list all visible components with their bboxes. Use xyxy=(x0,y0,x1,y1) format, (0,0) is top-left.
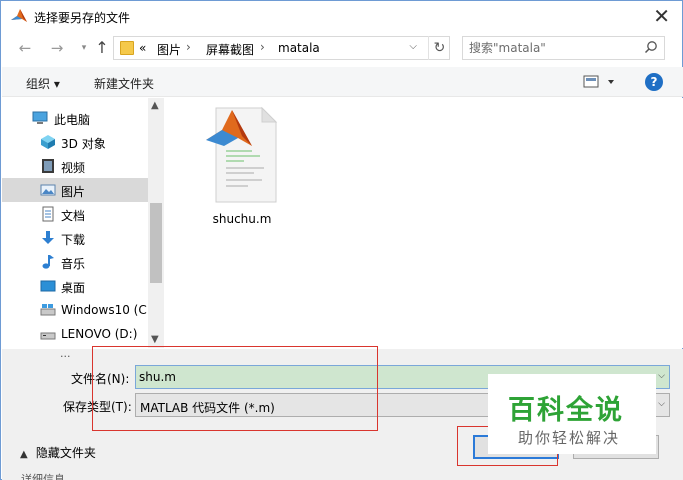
address-history-chevron-icon[interactable]: ⌵ xyxy=(409,41,417,52)
annotation-box-form xyxy=(92,346,378,431)
breadcrumb-screenshots[interactable]: 屏幕截图 xyxy=(206,41,254,58)
breadcrumb-separator: › xyxy=(260,40,265,54)
refresh-icon[interactable]: ↻ xyxy=(428,36,450,60)
back-arrow-icon[interactable]: ← xyxy=(16,38,34,58)
nav-item-drive-c[interactable]: Windows10 (C: xyxy=(2,298,151,322)
nav-item-music[interactable]: 音乐 xyxy=(2,250,148,274)
breadcrumb-separator: › xyxy=(186,40,191,54)
scroll-up-chevron-icon[interactable]: ▲ xyxy=(151,100,159,111)
nav-item-this-pc[interactable]: 此电脑 xyxy=(2,106,148,130)
search-box[interactable] xyxy=(462,36,665,60)
folder-icon xyxy=(120,41,134,55)
search-icon[interactable] xyxy=(644,40,658,54)
documents-icon xyxy=(42,206,54,222)
3d-objects-icon xyxy=(41,135,55,149)
address-bar[interactable]: « 图片 › 屏幕截图 › matala ⌵ xyxy=(113,36,450,60)
music-icon xyxy=(42,255,54,269)
nav-item-label: 下载 xyxy=(61,233,86,247)
nav-item-label: 3D 对象 xyxy=(61,137,106,151)
nav-item-downloads[interactable]: 下载 xyxy=(2,226,148,250)
nav-item-label: Windows10 (C: xyxy=(61,303,151,317)
save-file-dialog: 选择要另存的文件 ✕ ← → ▾ ↑ « 图片 › 屏幕截图 › matala … xyxy=(0,0,683,480)
nav-item-label: 桌面 xyxy=(61,281,86,295)
nav-item-drive-d[interactable]: LENOVO (D:) xyxy=(2,322,148,346)
view-options-icon[interactable] xyxy=(582,73,618,91)
filename-dropdown-chevron-icon[interactable]: ⌵ xyxy=(658,371,665,381)
hide-folders-toggle[interactable]: ▲ 隐藏文件夹 xyxy=(20,444,96,461)
filetype-dropdown-chevron-icon[interactable]: ⌵ xyxy=(658,399,665,409)
organize-button[interactable]: 组织 ▾ xyxy=(26,75,60,92)
watermark-logo: 百科全说 助你轻松解决 xyxy=(488,374,656,454)
watermark-subtitle: 助你轻松解决 xyxy=(518,429,621,447)
hide-folders-label: 隐藏文件夹 xyxy=(35,446,96,460)
chevron-up-icon: ▲ xyxy=(20,449,28,460)
up-arrow-icon[interactable]: ↑ xyxy=(93,38,111,58)
nav-item-label: 文档 xyxy=(61,209,86,223)
watermark-title: 百科全说 xyxy=(508,395,624,426)
close-icon[interactable]: ✕ xyxy=(653,5,670,27)
file-list: shuchu.m xyxy=(165,98,683,348)
scrollbar-thumb[interactable] xyxy=(150,203,162,283)
video-icon xyxy=(42,159,54,173)
nav-pane-scrollbar[interactable]: ▲ ▼ xyxy=(148,98,164,348)
nav-item-pictures[interactable]: 图片 xyxy=(2,178,148,202)
new-folder-button[interactable]: 新建文件夹 xyxy=(94,75,154,92)
title-bar: 选择要另存的文件 ✕ xyxy=(1,1,682,31)
drive-d-icon xyxy=(40,332,56,340)
desktop-icon xyxy=(40,280,56,292)
file-name: shuchu.m xyxy=(212,212,272,226)
breadcrumb-overflow[interactable]: « xyxy=(139,41,146,55)
computer-icon xyxy=(32,111,48,124)
pictures-icon xyxy=(40,184,56,196)
nav-item-label: 音乐 xyxy=(61,257,86,271)
nav-item-label: 图片 xyxy=(61,185,86,199)
command-bar: 组织 ▾ 新建文件夹 ? xyxy=(2,67,683,97)
nav-item-label: LENOVO (D:) xyxy=(61,327,138,341)
details-cutoff-text: 详细信息 xyxy=(21,473,65,480)
downloads-icon xyxy=(42,231,54,244)
breadcrumb-pictures[interactable]: 图片 xyxy=(157,41,181,58)
recent-locations-chevron-icon[interactable]: ▾ xyxy=(75,38,93,58)
nav-item-videos[interactable]: 视频 xyxy=(2,154,148,178)
nav-item-documents[interactable]: 文档 xyxy=(2,202,148,226)
breadcrumb-matala[interactable]: matala xyxy=(278,41,320,55)
nav-item-partial: ... xyxy=(60,347,71,360)
nav-item-label: 视频 xyxy=(61,161,86,175)
drive-c-icon xyxy=(40,304,56,316)
matlab-file-icon xyxy=(206,106,278,203)
dialog-title: 选择要另存的文件 xyxy=(34,11,131,25)
help-icon[interactable]: ? xyxy=(645,73,663,91)
nav-item-desktop[interactable]: 桌面 xyxy=(2,274,148,298)
navigation-pane: 此电脑 3D 对象 视频 图片 文档 下载 音乐 桌面 Windows10 (C… xyxy=(2,98,164,348)
nav-item-label: 此电脑 xyxy=(54,113,91,127)
matlab-logo-icon xyxy=(11,9,27,22)
file-item[interactable]: shuchu.m xyxy=(199,106,285,226)
nav-item-3d-objects[interactable]: 3D 对象 xyxy=(2,130,148,154)
forward-arrow-icon[interactable]: → xyxy=(48,38,66,58)
search-input[interactable] xyxy=(469,40,639,56)
scroll-down-chevron-icon[interactable]: ▼ xyxy=(151,334,159,345)
